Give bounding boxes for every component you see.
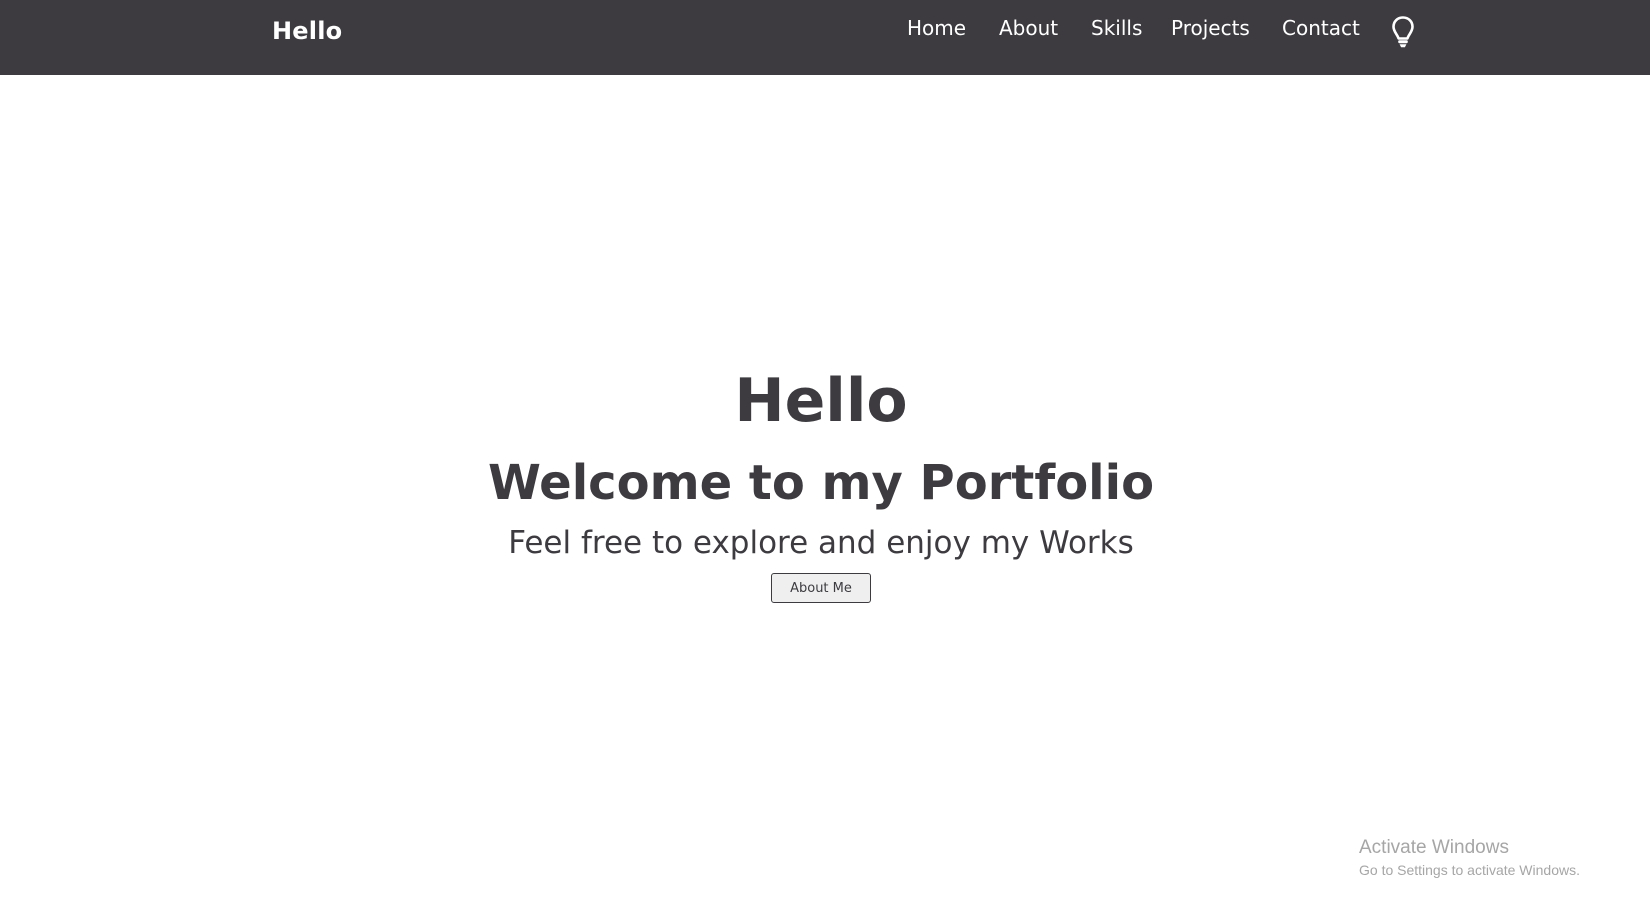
about-me-button[interactable]: About Me — [771, 573, 871, 603]
watermark-title: Activate Windows — [1359, 837, 1509, 858]
hero-title: Hello — [734, 366, 908, 436]
navbar: Hello Home About Skills Projects Contact — [0, 0, 1650, 75]
nav-link-contact[interactable]: Contact — [1282, 16, 1360, 40]
nav-link-about[interactable]: About — [999, 16, 1058, 40]
nav-link-home[interactable]: Home — [907, 16, 966, 40]
nav-link-projects[interactable]: Projects — [1171, 16, 1250, 40]
hero-tagline: Feel free to explore and enjoy my Works — [508, 525, 1134, 561]
watermark-subtitle: Go to Settings to activate Windows. — [1359, 862, 1580, 878]
hero-section: Hello Welcome to my Portfolio Feel free … — [0, 75, 1650, 915]
hero-subtitle: Welcome to my Portfolio — [487, 455, 1155, 511]
activate-windows-watermark: Activate Windows Go to Settings to activ… — [1359, 836, 1580, 880]
nav-link-skills[interactable]: Skills — [1091, 16, 1142, 40]
lightbulb-icon[interactable] — [1391, 15, 1415, 49]
